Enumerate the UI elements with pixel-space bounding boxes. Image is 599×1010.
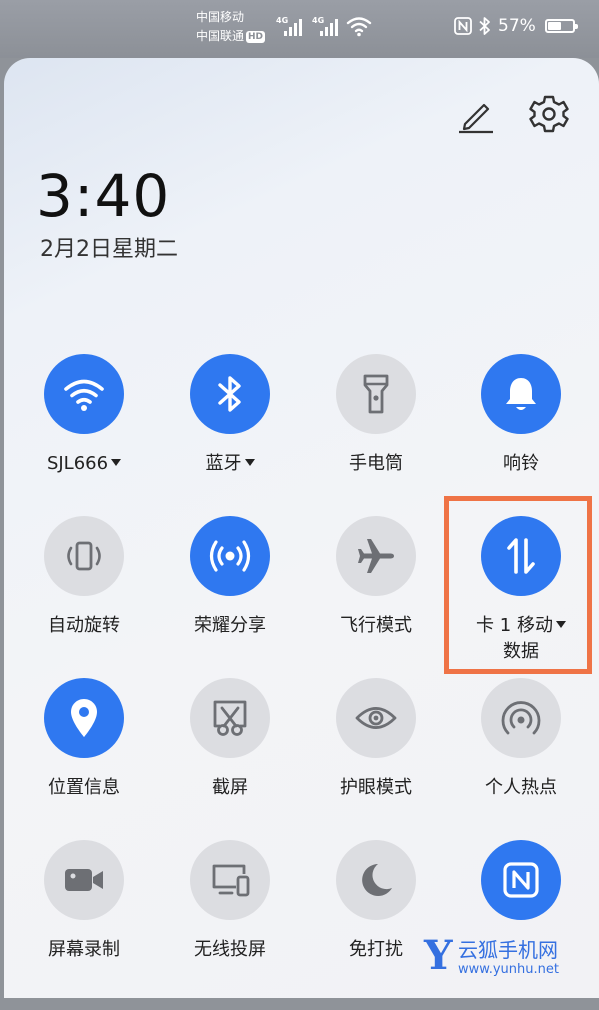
tile-wifi[interactable]: SJL666 <box>14 354 154 524</box>
tile-screen-record-circle[interactable] <box>44 840 124 920</box>
chevron-down-icon[interactable] <box>244 459 255 466</box>
battery-level <box>547 22 561 30</box>
tile-honor-share[interactable]: 荣耀分享 <box>160 516 300 686</box>
tile-location[interactable]: 位置信息 <box>14 678 154 848</box>
wifi-icon <box>64 379 104 411</box>
tile-hotspot[interactable]: 个人热点 <box>451 678 591 848</box>
tile-location-label: 位置信息 <box>48 777 120 798</box>
tile-flashlight-label: 手电筒 <box>349 453 403 474</box>
watermark-url: www.yunhu.net <box>458 962 559 977</box>
wifi-icon <box>346 17 372 37</box>
status-bar: 中国移动 中国联通 HD 4G 4G 57% <box>0 0 599 58</box>
battery-percent: 57% <box>498 16 536 36</box>
tile-ringer-label: 响铃 <box>503 453 539 474</box>
tile-wireless-projection-circle[interactable] <box>190 840 270 920</box>
watermark-name: 云狐手机网 <box>458 938 558 962</box>
bluetooth-icon <box>218 376 241 412</box>
tile-wifi-label: SJL666 <box>14 452 154 476</box>
nfc-icon <box>503 862 539 898</box>
clock-date: 2月2日星期二 <box>40 237 178 262</box>
moon-icon <box>362 864 392 896</box>
tile-wifi-circle[interactable] <box>44 354 124 434</box>
tile-honor-share-circle[interactable] <box>190 516 270 596</box>
nfc-icon <box>454 17 472 35</box>
hotspot-icon <box>501 701 541 735</box>
tile-wireless-projection-label: 无线投屏 <box>194 939 266 960</box>
tile-hotspot-circle[interactable] <box>481 678 561 758</box>
highlight-box <box>444 496 592 674</box>
tile-bluetooth-circle[interactable] <box>190 354 270 434</box>
tile-auto-rotate-circle[interactable] <box>44 516 124 596</box>
tile-flashlight[interactable]: 手电筒 <box>306 354 446 524</box>
clock-time: 3:40 <box>36 162 171 230</box>
tile-bluetooth-label: 蓝牙 <box>160 452 300 476</box>
tile-airplane-label: 飞行模式 <box>340 615 412 636</box>
gear-icon[interactable] <box>528 93 570 135</box>
tile-eye-comfort-circle[interactable] <box>336 678 416 758</box>
right-status-group: 57% <box>454 16 578 36</box>
tile-eye-comfort-label: 护眼模式 <box>340 777 412 798</box>
cast-screen-icon <box>212 864 250 897</box>
tile-auto-rotate[interactable]: 自动旋转 <box>14 516 154 686</box>
bluetooth-icon <box>479 17 490 35</box>
tile-screen-record-label: 屏幕录制 <box>48 939 120 960</box>
tile-bluetooth[interactable]: 蓝牙 <box>160 354 300 524</box>
video-camera-icon <box>65 869 103 891</box>
carrier-2: 中国联通 <box>196 29 245 43</box>
tile-nfc-circle[interactable] <box>481 840 561 920</box>
eye-icon <box>355 707 397 729</box>
tile-wireless-projection[interactable]: 无线投屏 <box>160 840 300 1010</box>
tile-screen-record[interactable]: 屏幕录制 <box>14 840 154 1010</box>
tile-flashlight-circle[interactable] <box>336 354 416 434</box>
tile-screenshot[interactable]: 截屏 <box>160 678 300 848</box>
signal-icon: 4G <box>276 16 304 38</box>
tile-do-not-disturb-circle[interactable] <box>336 840 416 920</box>
tile-screenshot-label: 截屏 <box>212 777 248 798</box>
carrier-names: 中国移动 中国联通 HD <box>196 8 266 46</box>
airplane-icon <box>358 539 394 573</box>
pencil-icon[interactable] <box>455 94 495 134</box>
tile-auto-rotate-label: 自动旋转 <box>48 615 120 636</box>
tile-honor-share-label: 荣耀分享 <box>194 615 266 636</box>
share-broadcast-icon <box>209 540 251 572</box>
rotate-icon <box>67 541 101 571</box>
chevron-down-icon[interactable] <box>111 459 122 466</box>
tile-location-circle[interactable] <box>44 678 124 758</box>
bell-icon <box>506 378 536 410</box>
tile-airplane-circle[interactable] <box>336 516 416 596</box>
signal-icon: 4G <box>312 16 340 38</box>
location-pin-icon <box>71 699 97 737</box>
tile-do-not-disturb[interactable]: 免打扰 <box>306 840 446 1010</box>
flashlight-icon <box>363 374 389 414</box>
watermark-logo: Y <box>424 932 453 979</box>
watermark: Y 云狐手机网 www.yunhu.net <box>420 934 599 982</box>
carrier-1: 中国移动 <box>196 10 245 24</box>
tile-eye-comfort[interactable]: 护眼模式 <box>306 678 446 848</box>
tile-airplane[interactable]: 飞行模式 <box>306 516 446 686</box>
screenshot-scissors-icon <box>213 700 247 736</box>
tile-nfc[interactable] <box>451 840 591 1010</box>
battery-icon <box>544 19 578 33</box>
hd-badge: HD <box>246 31 266 43</box>
tile-screenshot-circle[interactable] <box>190 678 270 758</box>
tile-ringer-circle[interactable] <box>481 354 561 434</box>
tile-hotspot-label: 个人热点 <box>485 777 557 798</box>
